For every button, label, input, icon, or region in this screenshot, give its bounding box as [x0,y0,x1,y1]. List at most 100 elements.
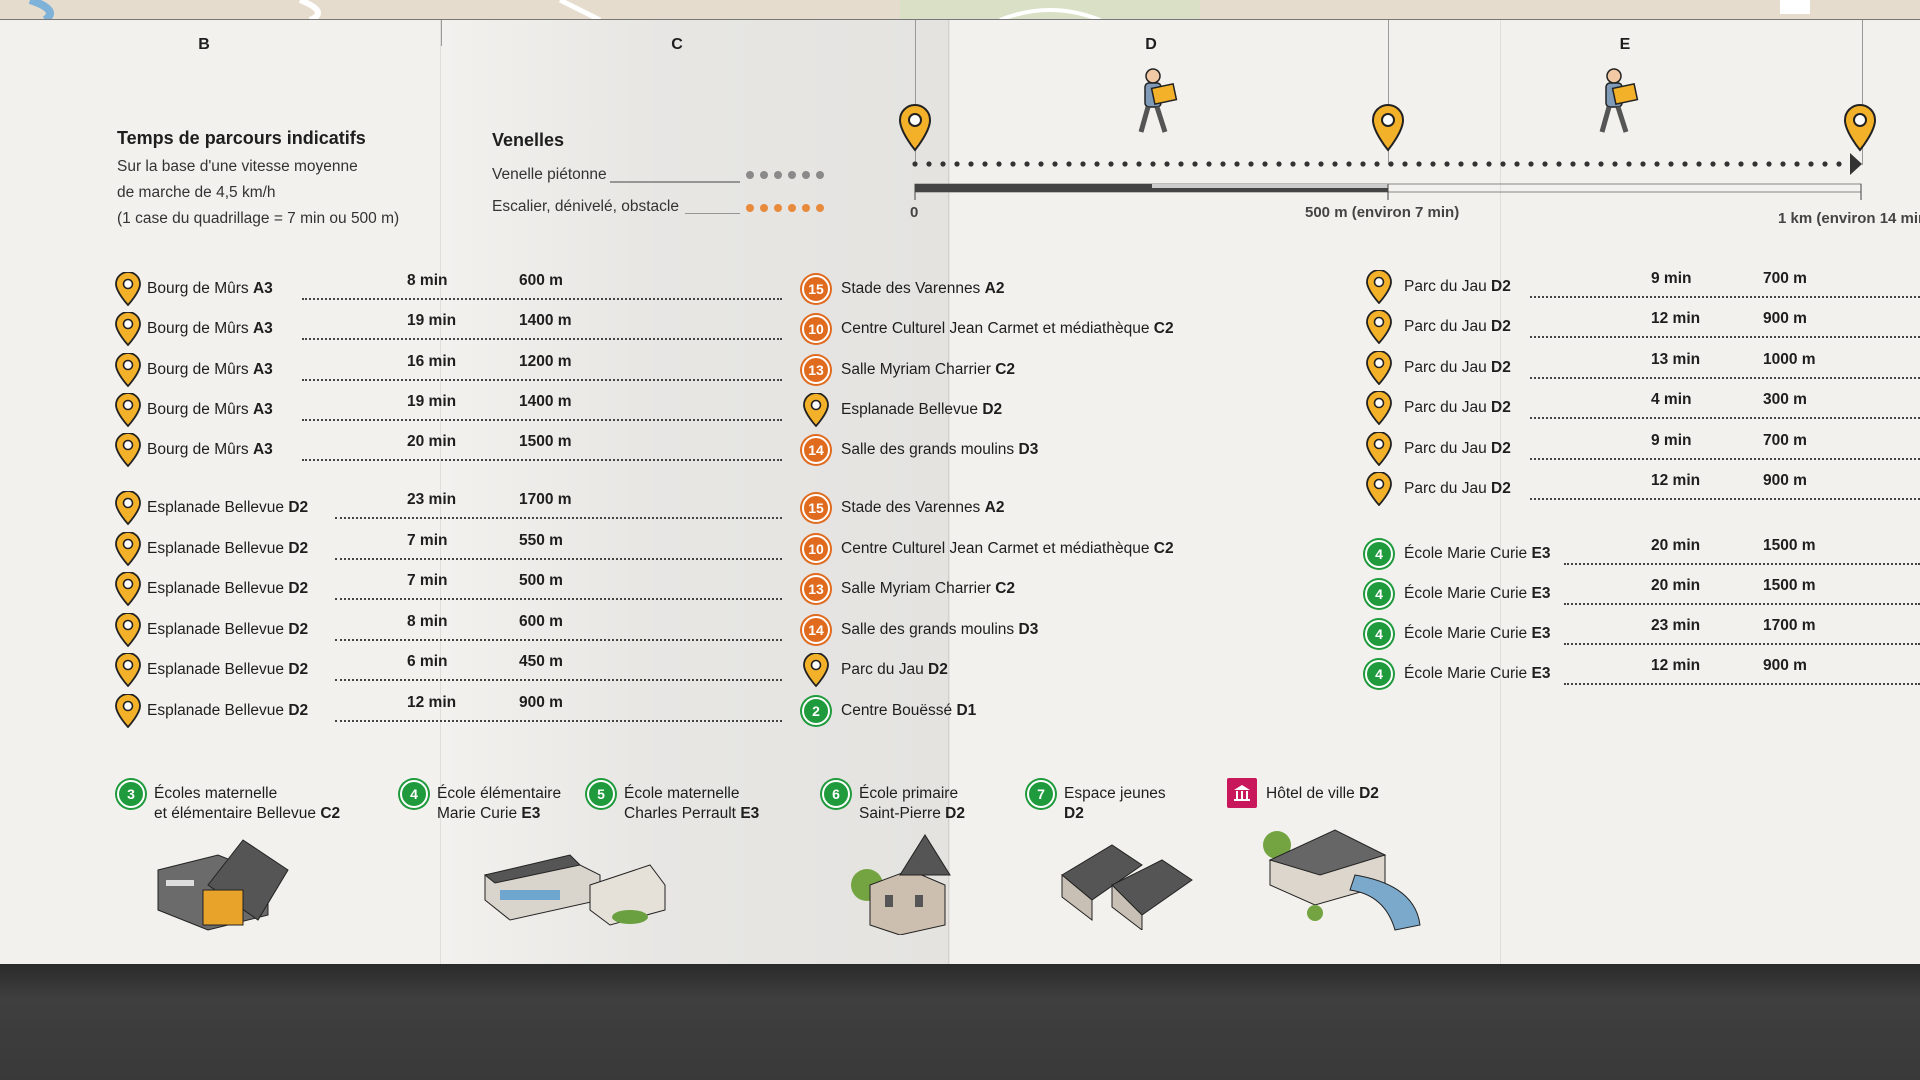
location-pin-icon [1366,431,1392,467]
dotted-leader [1564,683,1920,685]
place-label: Centre Bouëssé [841,702,953,719]
number-badge-icon: 5 [587,780,615,808]
building-label: 6 École primaire Saint-Pierre D2 [820,778,1020,828]
number-badge-icon: 13 [802,356,830,384]
grid-reference: E3 [1531,625,1551,642]
building-label: 3 Écoles maternelle et élémentaire Bellevu… [115,778,340,828]
travel-distance: 1500 m [1763,537,1816,554]
grid-reference: A2 [984,280,1005,297]
dotted-leader [1530,296,1920,298]
place-name: Parc du Jau D2 [1404,278,1511,296]
building-illustration-marie-curie [483,854,666,926]
place-label: Parc du Jau [1404,399,1487,416]
map-brochure: B C D E Temps de parcours indicatifs Sur… [0,0,1920,1080]
place-name: Esplanade Bellevue D2 [147,540,308,558]
grid-reference: D2 [288,580,309,597]
grid-reference: D2 [288,661,309,678]
dotted-leader [302,419,782,421]
place-label: Parc du Jau [1404,480,1487,497]
travel-time: 9 min [1651,432,1692,449]
number-badge-icon: 13 [802,575,830,603]
list-item: 10 Centre Culturel Jean Carmet et médiath… [802,532,1303,566]
place-name: Centre Bouëssé D1 [841,702,976,720]
travel-time: 12 min [407,694,457,711]
place-label: Parc du Jau [1404,318,1487,335]
travel-time: 13 min [1651,351,1701,368]
travel-time-title: Temps de parcours indicatifs [117,128,366,148]
number-badge-icon: 6 [822,780,850,808]
grid-reference: D2 [945,805,965,822]
list-item: 10 Centre Culturel Jean Carmet et médiath… [802,312,1303,346]
number-badge-icon: 10 [802,535,830,563]
list-item: Parc du Jau D2 13 min 1000 m [1366,350,1920,386]
dotted-leader [335,558,782,560]
list-item: Esplanade Bellevue D2 23 min 1700 m [115,490,795,526]
place-label: Parc du Jau [841,661,924,678]
building-name-line: Écoles maternelle [154,785,278,802]
dotted-leader [335,720,782,722]
grid-reference: D1 [956,702,977,719]
place-label: Parc du Jau [1404,359,1487,376]
grid-reference: A3 [252,280,273,297]
grid-reference: C2 [320,805,341,822]
place-name: Stade des Varennes A2 [841,280,1004,298]
grid-reference: D3 [1018,441,1039,458]
list-item: Parc du Jau D2 9 min 700 m [1366,269,1920,305]
travel-time: 7 min [407,532,448,549]
place-name: Esplanade Bellevue D2 [147,499,308,517]
list-item: 4 École Marie Curie E3 23 min 1700 m [1365,617,1920,651]
scale-zero-label: 0 [910,204,919,221]
list-item: Parc du Jau D2 [803,652,1303,688]
building-name-line: Charles Perrault E3 [624,805,759,823]
location-pin-icon [1366,269,1392,305]
list-item: 4 École Marie Curie E3 20 min 1500 m [1365,537,1920,571]
travel-distance: 900 m [519,694,563,711]
list-item: Esplanade Bellevue D2 8 min 600 m [115,612,795,648]
location-pin-icon [1366,350,1392,386]
grid-reference: D2 [1491,278,1511,295]
location-pin-icon [115,392,141,428]
location-pin-icon [115,490,141,526]
grid-reference: D2 [1491,440,1511,457]
dotted-leader [1564,643,1920,645]
venelle-pietonne-label: Venelle piétonne [492,166,607,183]
list-item: 14 Salle des grands moulins D3 [802,433,1303,467]
place-name: Centre Culturel Jean Carmet et médiathèq… [841,540,1174,558]
location-pin-icon [1366,309,1392,345]
travel-time: 20 min [1651,577,1701,594]
dotted-leader [302,379,782,381]
place-label: Stade des Varennes [841,280,981,297]
travel-time: 12 min [1651,310,1701,327]
dotted-leader [302,459,782,461]
grid-reference: C2 [1153,540,1174,557]
list-item: Esplanade Bellevue D2 12 min 900 m [115,693,795,729]
travel-time: 7 min [407,572,448,589]
dotted-leader [302,298,782,300]
building-name-part: Hôtel de ville [1266,785,1355,802]
place-label: Centre Culturel Jean Carmet et médiathèq… [841,540,1150,557]
location-pin-icon [115,612,141,648]
list-item: Esplanade Bellevue D2 6 min 450 m [115,652,795,688]
dotted-leader [1530,377,1920,379]
place-name: Centre Culturel Jean Carmet et médiathèq… [841,320,1174,338]
number-badge-icon: 10 [802,315,830,343]
number-badge-icon: 2 [802,697,830,725]
grid-reference: A3 [252,401,273,418]
location-pin-icon [1366,471,1392,507]
building-label: 7 Espace jeunes D2 [1025,778,1225,828]
travel-distance: 450 m [519,653,563,670]
travel-time: 20 min [1651,537,1701,554]
building-name-line: École primaire [859,785,959,802]
grid-reference: A3 [252,441,273,458]
place-name: Esplanade Bellevue D2 [147,621,308,639]
dotted-leader [1530,498,1920,500]
location-pin-icon [115,652,141,688]
grid-reference: E3 [740,805,760,822]
column-label: C [671,36,683,53]
grid-reference: D2 [1491,318,1511,335]
place-name: Bourg de Mûrs A3 [147,401,273,419]
dotted-leader [302,338,782,340]
list-item: 14 Salle des grands moulins D3 [802,613,1303,647]
place-name: Bourg de Mûrs A3 [147,280,273,298]
grid-reference: D2 [1064,805,1084,822]
